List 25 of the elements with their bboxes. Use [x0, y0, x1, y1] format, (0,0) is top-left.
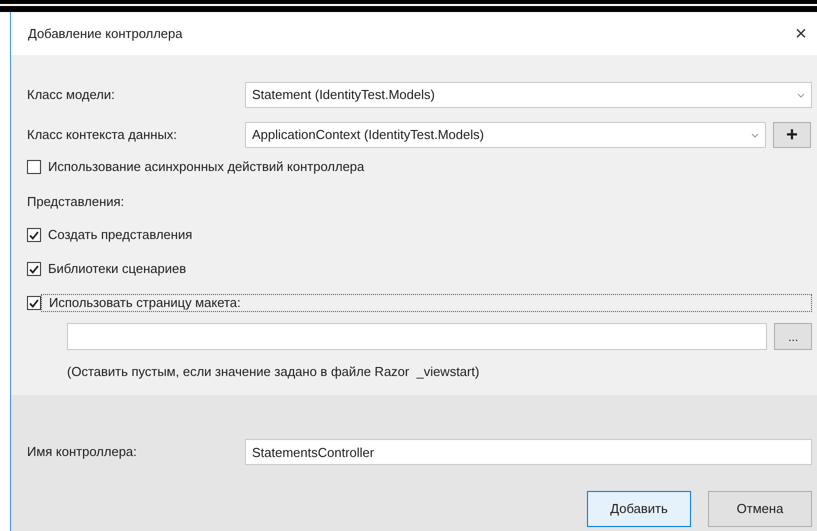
- add-button[interactable]: +: [773, 122, 811, 148]
- browse-button[interactable]: ...: [774, 323, 812, 350]
- checkbox[interactable]: [27, 296, 41, 310]
- field-label: Класс модели:: [27, 86, 116, 104]
- dialog-button[interactable]: Отмена: [708, 491, 812, 527]
- controller-name-field[interactable]: StatementsController: [245, 439, 812, 465]
- context-class-dropdown[interactable]: ApplicationContext (IdentityTest.Models): [245, 122, 766, 148]
- checkbox-label: Создать представления: [48, 226, 192, 244]
- hint-text: (Оставить пустым, если значение задано в файле Razor _viewstart): [67, 363, 480, 381]
- dialog-button[interactable]: Добавить: [587, 491, 691, 527]
- checkbox[interactable]: [27, 160, 41, 174]
- checkbox-label: Использовать страницу макета:: [41, 294, 812, 312]
- close-button[interactable]: ×: [789, 22, 813, 46]
- field-label: Класс контекста данных:: [27, 126, 178, 144]
- model-class-dropdown[interactable]: Statement (IdentityTest.Models): [245, 82, 812, 108]
- chevron-down-icon: [797, 92, 805, 98]
- checkbox-label: Библиотеки сценариев: [48, 260, 186, 278]
- window-title: Добавление контроллера: [28, 24, 182, 43]
- checkbox[interactable]: [27, 262, 41, 276]
- layout-page-field[interactable]: [67, 323, 768, 350]
- section-heading: Представления:: [27, 193, 124, 211]
- checkbox-label: Использование асинхронных действий контроллера: [48, 158, 364, 176]
- chevron-down-icon: [751, 132, 759, 138]
- field-label: Имя контроллера:: [27, 443, 138, 462]
- checkbox[interactable]: [27, 228, 41, 242]
